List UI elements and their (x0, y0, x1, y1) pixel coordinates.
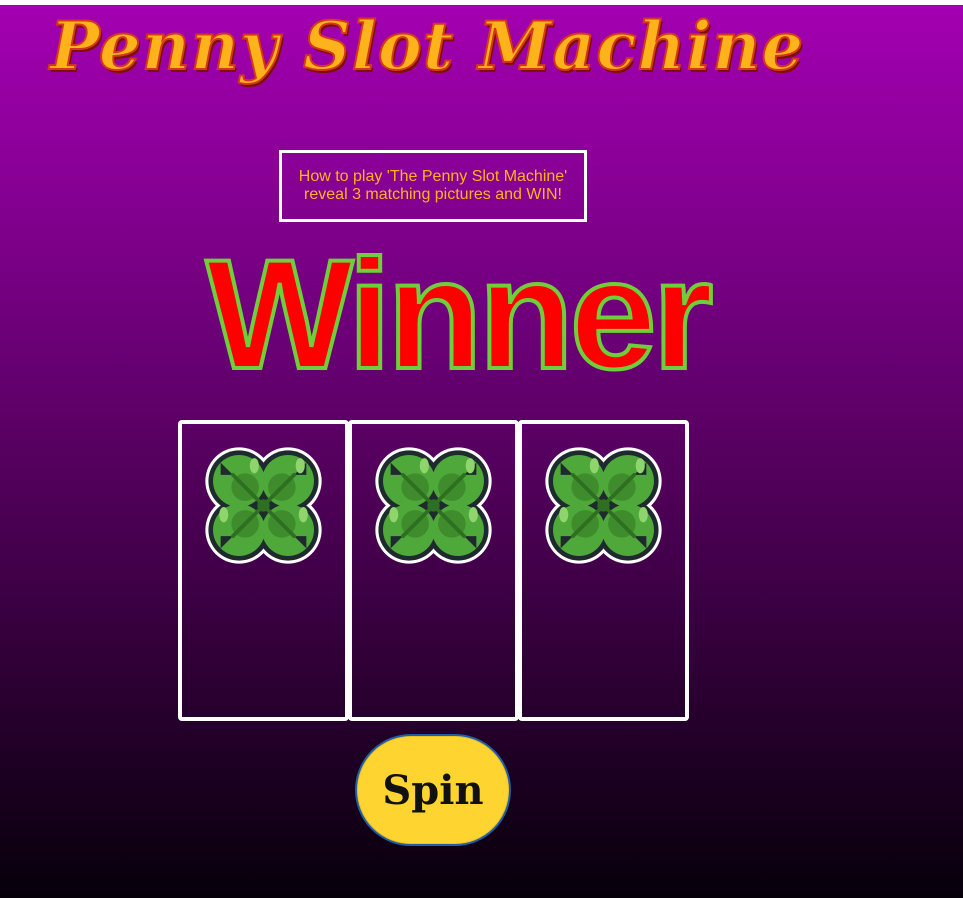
instructions-line-2: reveal 3 matching pictures and WIN! (304, 186, 562, 203)
four-leaf-clover-icon (203, 445, 324, 566)
slot-machine-background: Penny Slot Machine How to play 'The Penn… (0, 5, 963, 898)
result-message: Winner (204, 228, 715, 402)
reel-1 (178, 420, 349, 721)
instructions-box: How to play 'The Penny Slot Machine' rev… (279, 150, 587, 222)
reel-2 (348, 420, 519, 721)
spin-button[interactable]: Spin (355, 734, 511, 846)
game-title: Penny Slot Machine (49, 7, 805, 85)
four-leaf-clover-icon (373, 445, 494, 566)
four-leaf-clover-icon (543, 445, 664, 566)
instructions-line-1: How to play 'The Penny Slot Machine' (298, 168, 568, 185)
reel-3 (518, 420, 689, 721)
